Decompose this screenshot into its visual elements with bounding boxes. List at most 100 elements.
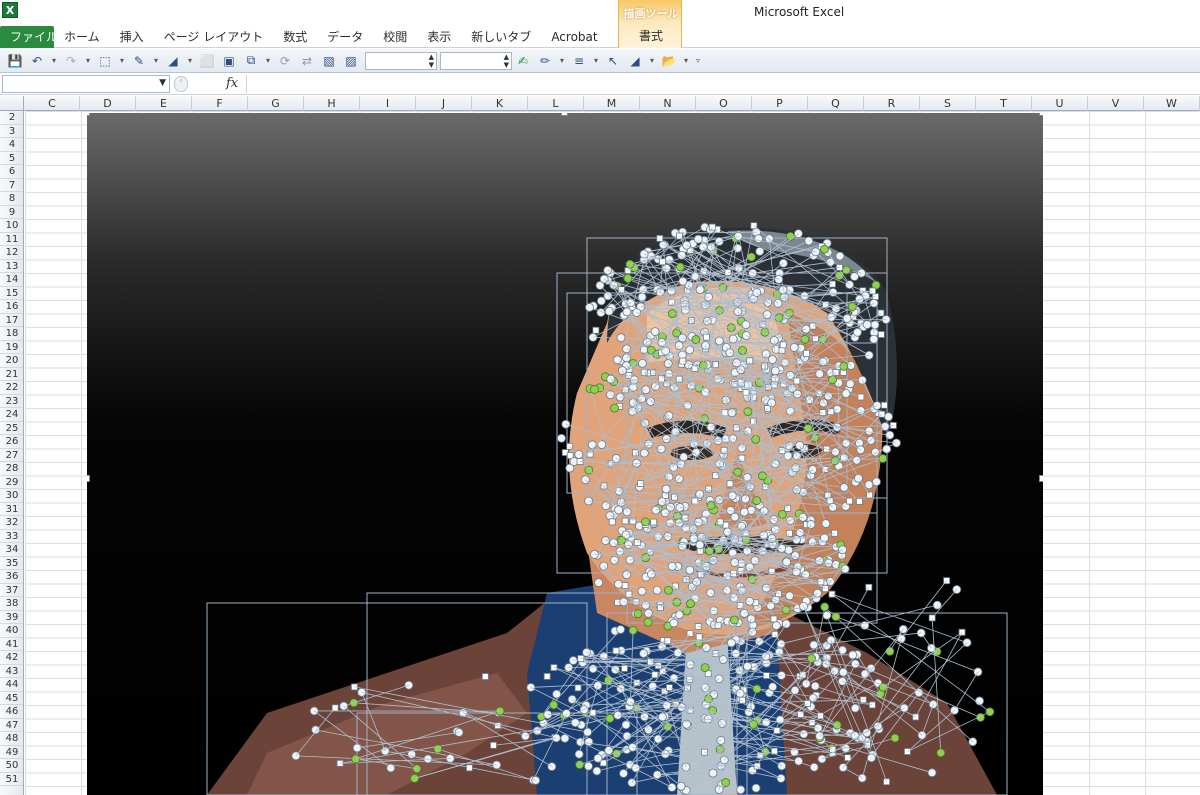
column-header[interactable]: Q <box>808 96 864 111</box>
tab-format[interactable]: 書式 <box>619 27 683 44</box>
row-header[interactable]: 40 <box>0 624 23 638</box>
row-header[interactable]: 44 <box>0 678 23 692</box>
row-header[interactable]: 18 <box>0 327 23 341</box>
shapes-icon[interactable]: ⬚ <box>94 51 116 71</box>
row-header[interactable]: 23 <box>0 395 23 408</box>
row-header[interactable]: 25 <box>0 422 23 435</box>
tab-new-tab[interactable]: 新しいタブ <box>461 26 541 48</box>
column-header[interactable]: K <box>472 96 528 111</box>
group-icon[interactable]: ⧉ <box>240 51 262 71</box>
row-header[interactable]: 6 <box>0 165 23 179</box>
row-header[interactable]: 35 <box>0 557 23 570</box>
excel-app-icon[interactable]: X <box>2 2 18 18</box>
selection-handle-middle-right[interactable] <box>1039 475 1043 482</box>
shapes-dropdown-icon[interactable]: ▾ <box>116 51 128 71</box>
insert-function-icon[interactable]: fx <box>226 76 238 91</box>
edit-shape-icon[interactable]: ✎ <box>128 51 150 71</box>
undo-dropdown-icon[interactable]: ▾ <box>48 51 60 71</box>
spin-arrows-icon[interactable]: ▲ ▼ <box>504 53 509 69</box>
row-header[interactable]: 22 <box>0 381 23 395</box>
row-header[interactable]: 7 <box>0 179 23 192</box>
column-header[interactable]: L <box>528 96 584 111</box>
row-header[interactable]: 41 <box>0 638 23 651</box>
row-header[interactable]: 10 <box>0 219 23 233</box>
row-header[interactable]: 31 <box>0 503 23 516</box>
rotate-icon[interactable]: ⟳ <box>274 51 296 71</box>
row-header[interactable]: 4 <box>0 138 23 152</box>
row-header[interactable]: 32 <box>0 516 23 530</box>
row-header[interactable]: 3 <box>0 125 23 138</box>
save-icon[interactable]: 💾 <box>4 51 26 71</box>
line-weight-dropdown-icon[interactable]: ▾ <box>590 51 602 71</box>
shape-width-input[interactable]: ▲ ▼ <box>440 51 512 70</box>
tab-review[interactable]: 校閲 <box>373 26 417 48</box>
row-header[interactable]: 16 <box>0 300 23 314</box>
flip-icon[interactable]: ⇄ <box>296 51 318 71</box>
row-header[interactable]: 28 <box>0 462 23 476</box>
tab-file[interactable]: ファイル <box>0 26 58 48</box>
edit-shape-dropdown-icon[interactable]: ▾ <box>150 51 162 71</box>
column-header[interactable]: H <box>304 96 360 111</box>
tab-home[interactable]: ホーム <box>54 26 110 48</box>
column-header[interactable]: W <box>1144 96 1200 111</box>
pointer-icon[interactable]: ↖ <box>602 51 624 71</box>
selection-pane-icon[interactable]: ▣ <box>218 51 240 71</box>
bring-forward-icon[interactable]: ▧ <box>318 51 340 71</box>
tab-data[interactable]: データ <box>317 26 373 48</box>
fill-color-dropdown-icon[interactable]: ▾ <box>184 51 196 71</box>
row-header[interactable]: 47 <box>0 719 23 732</box>
select-objects-icon[interactable]: ⬜ <box>196 51 218 71</box>
line-weight-icon[interactable]: ≡ <box>568 51 590 71</box>
row-header[interactable]: 17 <box>0 314 23 327</box>
spin-arrows-icon[interactable]: ▲ ▼ <box>429 53 434 69</box>
drawing-object[interactable] <box>87 113 1043 795</box>
shape-fill-icon[interactable]: ✍ <box>512 51 534 71</box>
group-dropdown-icon[interactable]: ▾ <box>262 51 274 71</box>
column-header[interactable]: S <box>920 96 976 111</box>
column-header[interactable]: N <box>640 96 696 111</box>
tab-view[interactable]: 表示 <box>417 26 461 48</box>
row-header[interactable]: 48 <box>0 732 23 746</box>
row-header[interactable]: 43 <box>0 665 23 678</box>
column-header[interactable]: M <box>584 96 640 111</box>
column-header[interactable]: G <box>248 96 304 111</box>
row-header[interactable]: 46 <box>0 705 23 719</box>
send-backward-icon[interactable]: ▨ <box>340 51 362 71</box>
row-header[interactable]: 33 <box>0 530 23 543</box>
outline-dropdown-icon[interactable]: ▾ <box>556 51 568 71</box>
row-header[interactable]: 19 <box>0 341 23 354</box>
row-header[interactable]: 36 <box>0 570 23 584</box>
selection-handle-top-left[interactable] <box>87 113 90 116</box>
open-folder-dropdown-icon[interactable]: ▾ <box>680 51 692 71</box>
row-header[interactable]: 42 <box>0 651 23 665</box>
selection-handle-middle-left[interactable] <box>87 475 90 482</box>
selection-handle-top-right[interactable] <box>1039 113 1043 116</box>
tab-acrobat[interactable]: Acrobat <box>541 26 607 48</box>
tab-page-layout[interactable]: ページ レイアウト <box>154 26 274 48</box>
row-header[interactable]: 5 <box>0 152 23 165</box>
row-header[interactable]: 14 <box>0 273 23 287</box>
selection-handle-top-middle[interactable] <box>561 113 568 116</box>
row-header[interactable]: 12 <box>0 246 23 260</box>
fill-color-icon[interactable]: ◢ <box>162 51 184 71</box>
row-header[interactable]: 13 <box>0 260 23 273</box>
tab-insert[interactable]: 挿入 <box>110 26 154 48</box>
undo-icon[interactable]: ↶ <box>26 51 48 71</box>
formula-bar-resize-handle[interactable]: ◦ <box>174 76 188 92</box>
customize-toolbar-icon[interactable]: ▿ <box>692 51 704 71</box>
row-header[interactable]: 2 <box>0 111 23 125</box>
row-header[interactable]: 9 <box>0 206 23 219</box>
row-header[interactable]: 37 <box>0 584 23 597</box>
row-header[interactable]: 51 <box>0 773 23 786</box>
redo-dropdown-icon[interactable]: ▾ <box>82 51 94 71</box>
row-header[interactable]: 29 <box>0 476 23 489</box>
row-header[interactable]: 34 <box>0 543 23 557</box>
row-header[interactable]: 24 <box>0 408 23 422</box>
select-all-corner[interactable] <box>0 96 24 111</box>
row-header[interactable]: 21 <box>0 368 23 381</box>
name-box[interactable]: ▼ <box>2 75 170 93</box>
column-header[interactable]: J <box>416 96 472 111</box>
column-header[interactable]: I <box>360 96 416 111</box>
row-header[interactable]: 8 <box>0 192 23 206</box>
column-header[interactable]: O <box>696 96 752 111</box>
